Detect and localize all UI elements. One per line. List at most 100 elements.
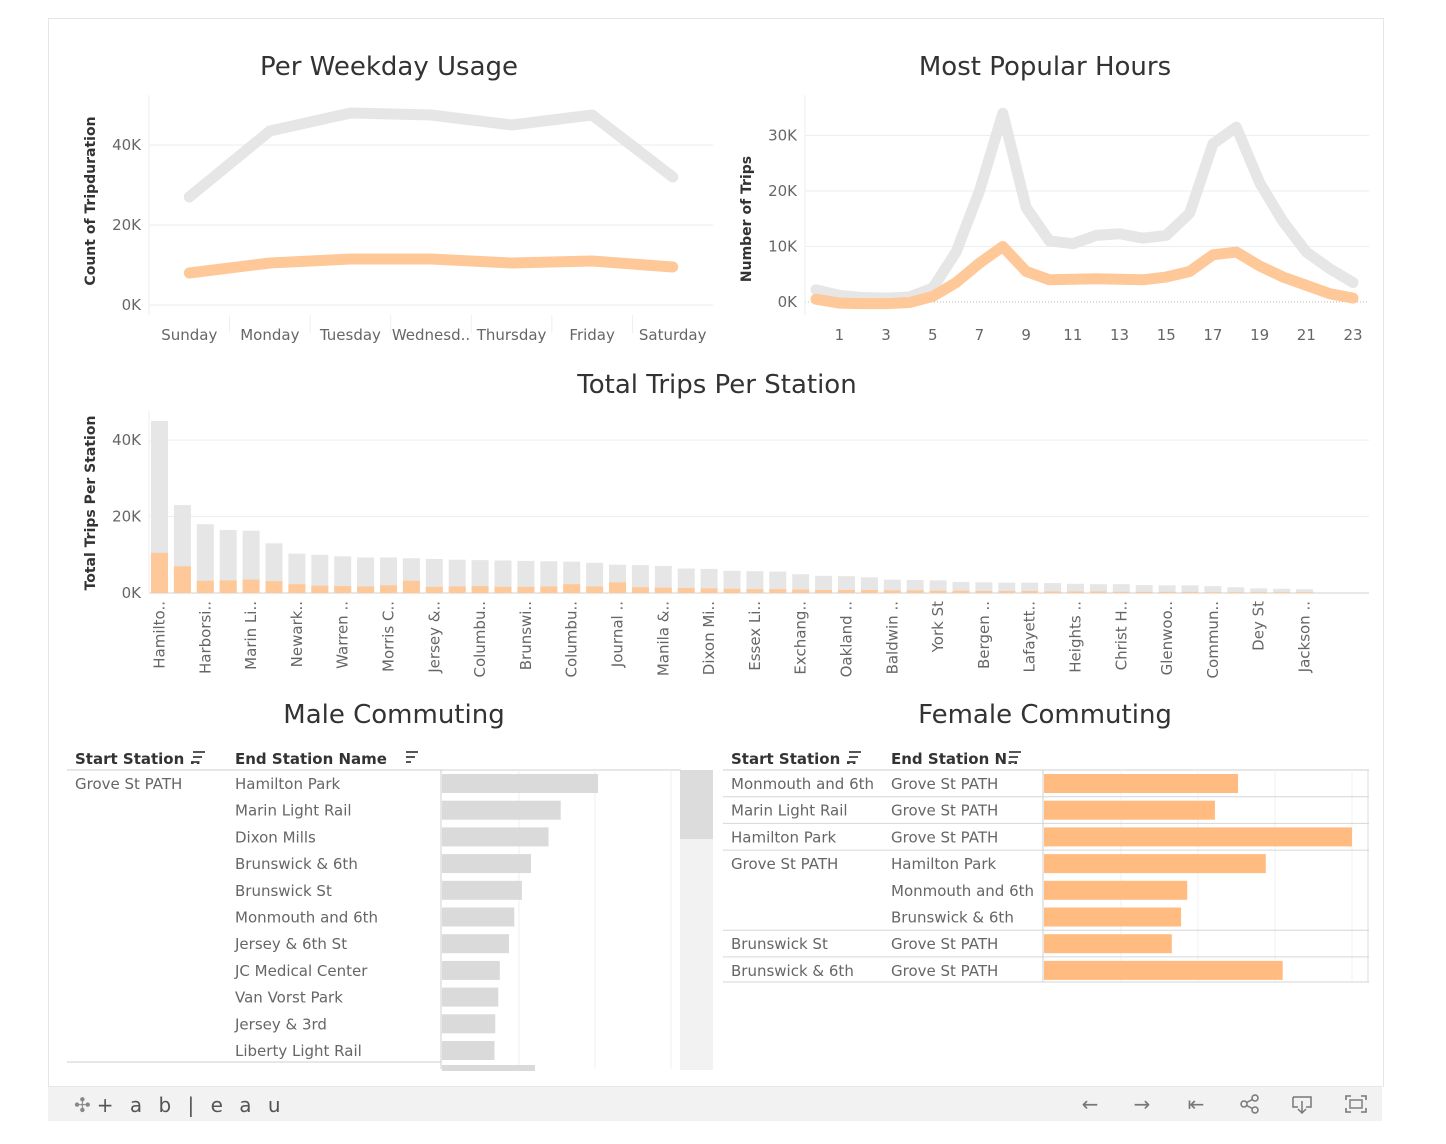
weekday-y-tick: 20K [112,216,142,234]
reset-icon[interactable]: ⇤ [1182,1091,1210,1117]
station-x-label: Dixon Mi.. [700,601,718,675]
station-bar-female [1112,591,1130,593]
station-x-label: Baldwin .. [883,601,901,674]
weekday-chart-title: Per Weekday Usage [260,52,518,82]
female-trip-bar [1044,854,1266,874]
female-end-station-cell: Grove St PATH [891,828,998,846]
station-bar-total [1135,584,1153,593]
female-start-station-cell: Brunswick & 6th [731,962,854,980]
male-col-end-station-header[interactable]: End Station Name [235,750,387,768]
dashboard: Per Weekday Usage Most Popular Hours Tot… [48,18,1384,1087]
hours-x-tick: 15 [1157,326,1176,344]
male-trip-bar [442,800,561,820]
male-trip-bar [442,1041,495,1060]
male-end-station-cell: Jersey & 3rd [234,1015,327,1033]
hours-y-tick: 30K [768,127,798,145]
tableau-wordmark: + a b | e a u [96,1093,286,1117]
weekday-x-tick: Thursday [476,326,547,344]
weekday-y-tick: 40K [112,136,142,154]
female-trip-bar [1044,880,1188,900]
station-bar-female [975,591,993,593]
female-col-end-station-header[interactable]: End Station N.. [891,750,1018,768]
station-bar-female [1204,592,1222,593]
male-col2-sort-icon[interactable] [406,751,418,763]
male-rows: Hamilton Park Marin Light Rail Dixon Mills… [234,770,672,1071]
male-trip-bar [442,987,499,1007]
station-bar-female [700,588,718,593]
station-x-label: Warren .. [334,601,352,669]
hours-x-tick: 1 [835,326,845,344]
male-table-title: Male Commuting [283,700,504,730]
station-x-label: York St [929,601,947,653]
station-bar-female [380,585,397,593]
redo-arrow-right-icon[interactable]: → [1128,1091,1156,1117]
station-bar-female [723,588,741,593]
station-x-label: Bergen .. [975,601,993,669]
hours-x-tick: 3 [881,326,891,344]
hours-x-tick: 11 [1063,326,1082,344]
male-end-station-cell: Dixon Mills [235,828,316,846]
female-col-start-station-header[interactable]: Start Station .. [731,750,857,768]
weekday-line-chart[interactable]: 0K 20K 40K Sunday Monday Tuesday Wednesd.. Thur… [112,95,713,344]
station-bar-female [1158,591,1176,593]
station-bar-female [334,586,352,593]
stations-bar-chart[interactable]: 0K 20K 40K Hamilto.. Harborsi.. Marin Li.. New… [112,411,1369,678]
tableau-logo[interactable]: ✣ + a b | e a u [74,1093,286,1117]
female-trip-bar [1044,827,1352,847]
stations-y-tick: 20K [112,508,142,526]
station-bar-female [1135,591,1153,593]
male-col-start-station-header[interactable]: Start Station .. [75,750,201,768]
female-start-station-cell: Monmouth and 6th [731,775,874,793]
fullscreen-icon[interactable] [1342,1091,1370,1117]
male-trip-bar [442,827,549,847]
hours-y-axis-label: Number of Trips [739,156,755,282]
share-icon[interactable] [1236,1091,1264,1117]
male-end-station-cell: Liberty Light Rail [235,1042,362,1060]
station-bar-female [517,586,535,593]
station-x-label: Newark.. [288,601,306,667]
undo-arrow-left-icon[interactable]: ← [1076,1091,1104,1117]
tableau-mark-icon: ✣ [74,1093,91,1117]
station-bar-female [242,579,260,593]
hours-x-tick: 23 [1344,326,1363,344]
male-end-station-cell: Marin Light Rail [235,802,352,820]
station-bar-female [265,581,283,593]
station-bar-female [1044,591,1062,593]
station-x-label: Commun.. [1204,601,1222,678]
station-x-label: Harborsi.. [196,601,214,674]
station-x-label: Christ H.. [1112,601,1130,670]
male-trip-bar [442,854,532,874]
station-bar-female [586,586,604,593]
weekday-x-tick: Monday [240,326,299,344]
hours-x-tick: 5 [928,326,938,344]
station-bar-female [883,590,901,593]
dashboard-canvas: Per Weekday Usage Most Popular Hours Tot… [67,52,1369,1071]
male-trip-bar [442,907,515,927]
weekday-x-tick: Wednesd.. [392,326,470,344]
weekday-y-axis-label: Count of Tripduration [83,116,99,285]
station-bar-female [677,588,695,593]
male-commuting-table[interactable]: Start Station .. End Station Name Grove … [67,750,713,1071]
station-bar-female [1296,592,1313,593]
female-end-station-cell: Grove St PATH [891,962,998,980]
download-icon[interactable] [1288,1091,1316,1117]
female-end-station-cell: Brunswick & 6th [891,909,1014,927]
female-commuting-table[interactable]: Start Station .. End Station N.. Monmout… [723,750,1369,983]
stations-y-tick: 40K [112,431,142,449]
station-bar-female [494,586,512,593]
hours-x-tick: 9 [1021,326,1031,344]
male-trip-bar-partial [442,1065,535,1071]
station-bar-female [563,584,581,593]
station-x-label: Lafayett.. [1021,601,1039,672]
station-bar-female [906,590,924,593]
hours-line-chart[interactable]: 0K10K20K30K1 3 5 7 9 11 13 15 17 19 21 23 [768,95,1369,344]
station-x-label: Dey St [1250,601,1268,651]
male-scrollbar-thumb[interactable] [680,770,713,839]
weekday-series-line-2 [183,253,679,279]
tableau-toolbar: ✣ + a b | e a u ← → ⇤ [48,1086,1382,1121]
male-end-station-cell: Monmouth and 6th [235,909,378,927]
station-bar-female [631,587,649,593]
station-x-label: Essex Li.. [746,601,764,671]
female-end-station-cell: Grove St PATH [891,935,998,953]
weekday-series-line-1 [183,107,679,203]
